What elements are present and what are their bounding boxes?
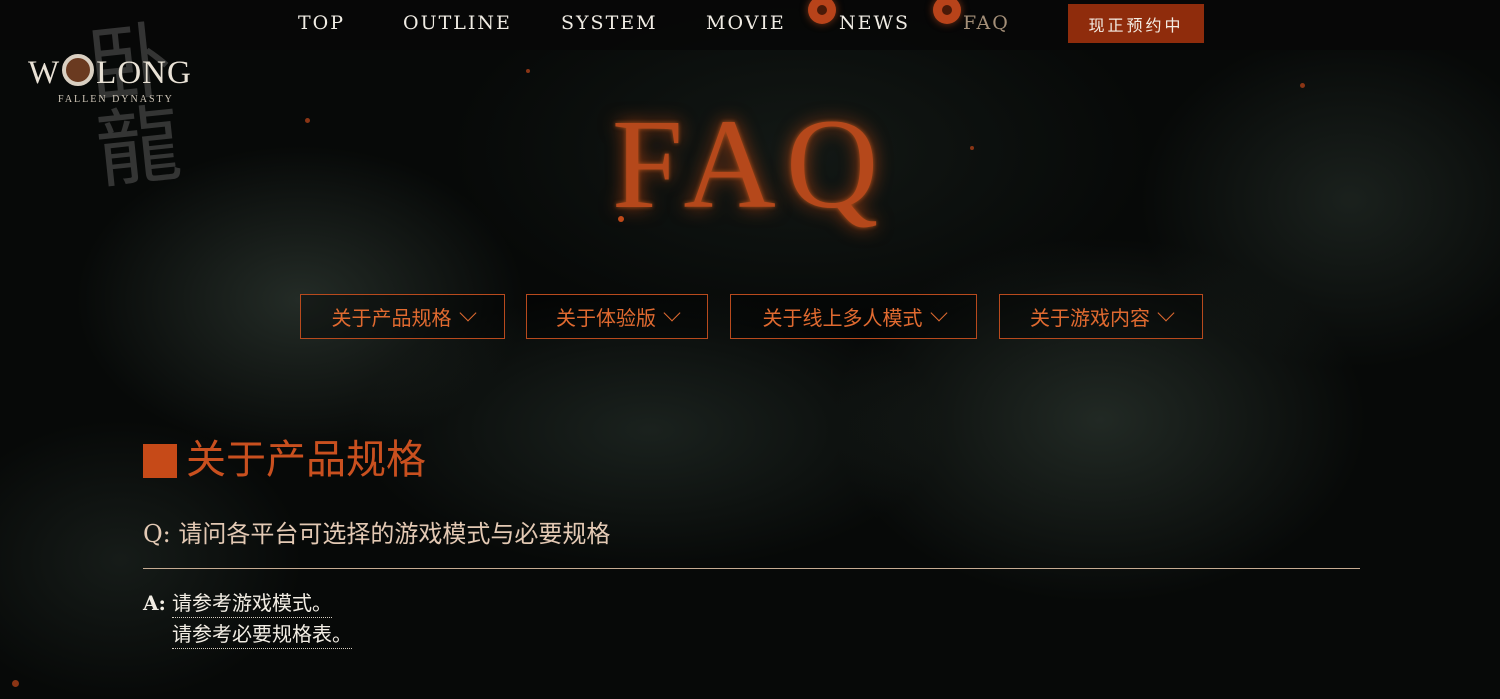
nav-news[interactable]: NEWS <box>839 12 910 34</box>
nav-outline[interactable]: OUTLINE <box>403 12 512 34</box>
chevron-down-icon <box>930 304 947 321</box>
section-square-icon <box>143 444 177 478</box>
page-title: FAQ <box>611 93 889 235</box>
nav-system[interactable]: SYSTEM <box>561 12 658 34</box>
ember-particle <box>12 680 19 687</box>
answer-label: A: <box>143 591 166 615</box>
section-title: 关于产品规格 <box>186 437 426 483</box>
nav-top[interactable]: TOP <box>298 12 345 34</box>
nav-faq[interactable]: FAQ <box>963 12 1010 34</box>
chevron-down-icon <box>663 304 681 321</box>
answer-link-spec-table[interactable]: 请参考必要规格表。 <box>172 621 352 649</box>
page: TOP OUTLINE SYSTEM MOVIE NEWS FAQ 现正预约中 … <box>0 0 1500 699</box>
tab-demo[interactable]: 关于体验版 <box>526 294 708 339</box>
nav-indicator-icon <box>808 0 836 24</box>
chevron-down-icon <box>1157 304 1175 321</box>
ember-particle <box>526 69 530 73</box>
ember-particle <box>1300 83 1305 88</box>
logo-ring-icon <box>62 54 95 86</box>
logo-wordmark-left: W <box>28 55 61 91</box>
preorder-button[interactable]: 现正预约中 <box>1068 4 1204 43</box>
tab-game-content[interactable]: 关于游戏内容 <box>999 294 1203 339</box>
nav-indicator-icon <box>933 0 961 24</box>
chevron-down-icon <box>459 304 476 321</box>
logo-wordmark: W LONG <box>28 54 192 92</box>
logo-wordmark-right: LONG <box>96 55 192 91</box>
question-text: 请问各平台可选择的游戏模式与必要规格 <box>178 520 611 548</box>
faq-question[interactable]: Q: 请问各平台可选择的游戏模式与必要规格 <box>143 519 610 550</box>
tab-online-multiplayer[interactable]: 关于线上多人模式 <box>730 294 977 339</box>
question-label: Q: <box>143 520 171 548</box>
tab-label: 关于产品规格 <box>331 306 452 330</box>
nav-movie[interactable]: MOVIE <box>706 12 786 34</box>
tab-label: 关于游戏内容 <box>1030 306 1150 330</box>
tab-label: 关于线上多人模式 <box>762 306 923 330</box>
question-divider <box>143 568 1360 569</box>
answer-link-game-modes[interactable]: 请参考游戏模式。 <box>172 590 332 618</box>
tab-label: 关于体验版 <box>556 306 656 330</box>
tab-product-specs[interactable]: 关于产品规格 <box>300 294 505 339</box>
